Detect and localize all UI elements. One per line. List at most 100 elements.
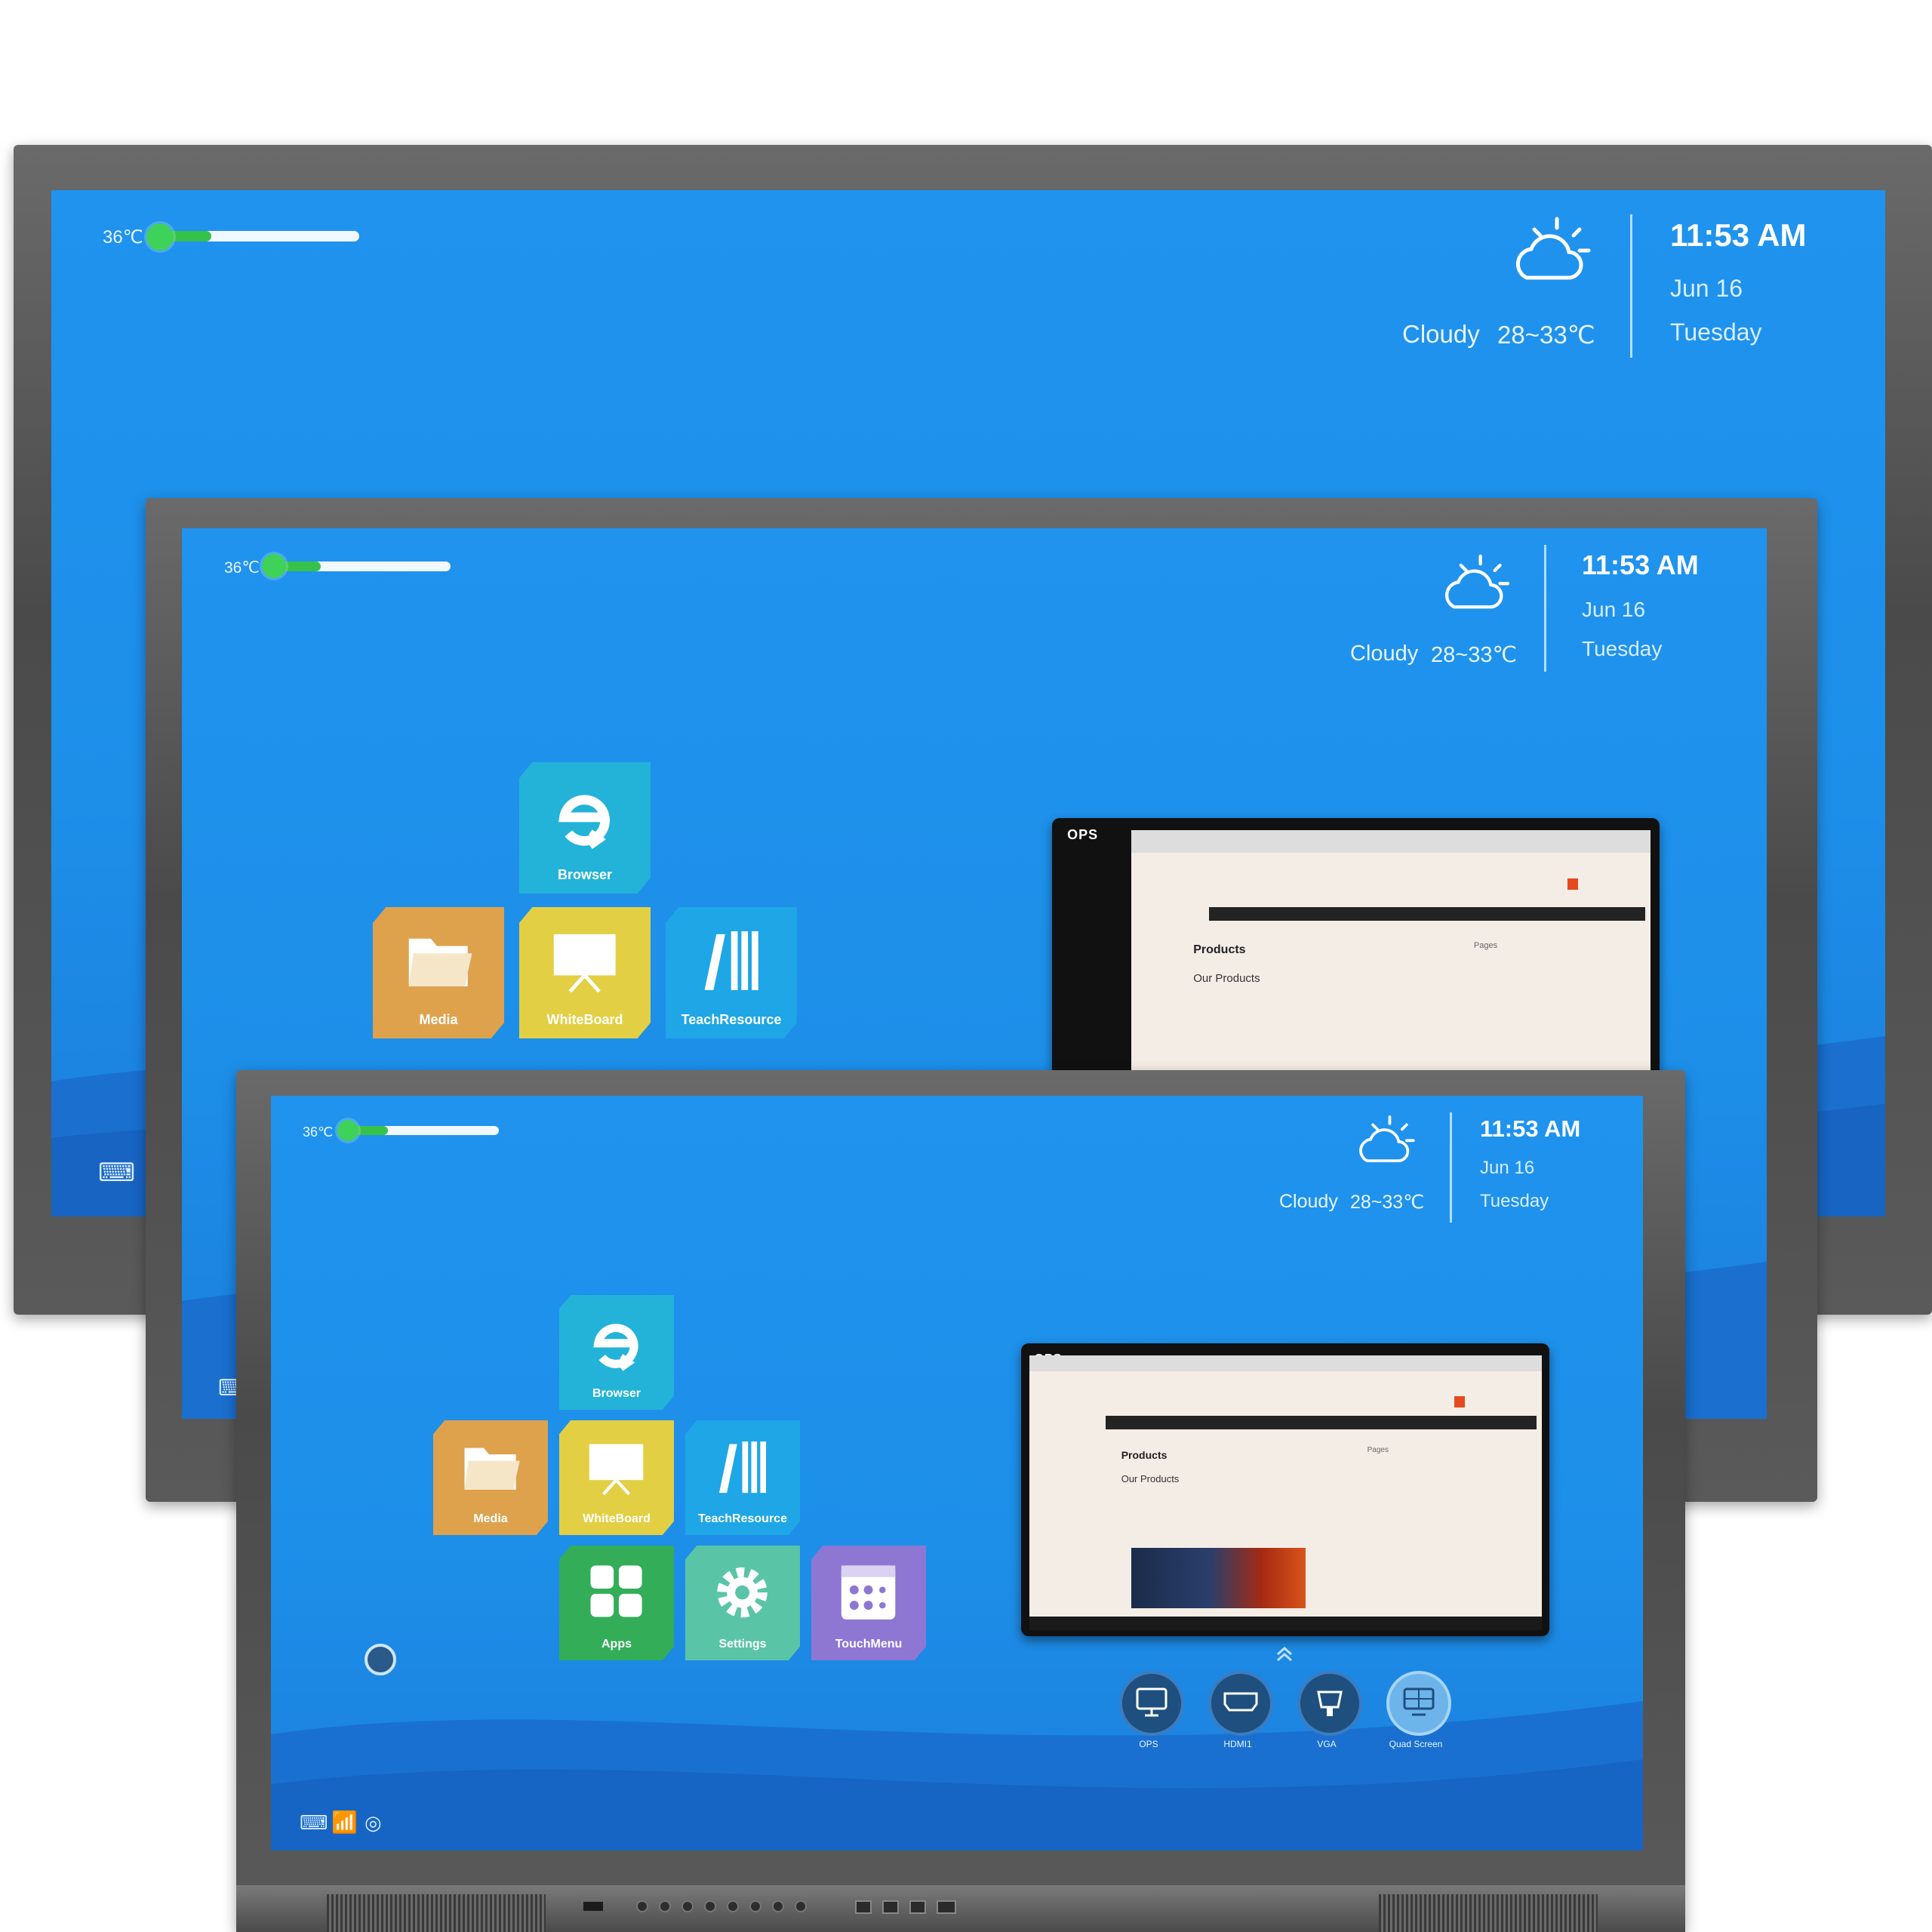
tile-label: Media xyxy=(473,1512,508,1525)
front-button[interactable] xyxy=(749,1900,761,1912)
brightness-slider[interactable] xyxy=(340,1126,499,1135)
hdmi-icon xyxy=(1223,1692,1258,1712)
clock-time: 11:53 AM xyxy=(1480,1115,1581,1142)
source-quad-screen-label: Quad Screen xyxy=(1389,1739,1443,1749)
source-quad-screen-button[interactable] xyxy=(1386,1671,1451,1736)
weather-condition: Cloudy xyxy=(1350,641,1419,666)
ops-preview-window[interactable]: OPS Products Our Products Pages xyxy=(1021,1343,1549,1636)
browser-tile[interactable]: Browser xyxy=(559,1295,674,1410)
apps-tile[interactable]: Apps xyxy=(559,1546,674,1660)
touchmenu-tile[interactable]: TouchMenu xyxy=(811,1546,926,1660)
clock-time: 11:53 AM xyxy=(1582,549,1699,580)
whiteboard-tile[interactable]: WhiteBoard xyxy=(559,1420,674,1535)
weather-condition: Cloudy xyxy=(1402,320,1480,348)
sidebar-heading: Pages xyxy=(1367,1445,1389,1454)
gear-icon xyxy=(717,1567,768,1618)
vga-icon xyxy=(1317,1690,1343,1716)
clock-weekday: Tuesday xyxy=(1480,1191,1549,1211)
brightness-slider-knob[interactable] xyxy=(146,223,174,251)
chevron-up-icon[interactable] xyxy=(1275,1644,1294,1663)
source-ops-button[interactable] xyxy=(1119,1671,1184,1736)
hdmi-port[interactable] xyxy=(937,1900,956,1914)
source-hdmi1-button[interactable] xyxy=(1208,1671,1273,1736)
usb-port[interactable] xyxy=(909,1900,926,1914)
website-navbar xyxy=(1208,906,1646,921)
front-button[interactable] xyxy=(704,1900,716,1912)
browser-tab-bar xyxy=(1131,830,1651,854)
usb-port[interactable] xyxy=(882,1900,899,1914)
clock-weekday: Tuesday xyxy=(1582,637,1663,660)
temperature-label: 36℃ xyxy=(224,559,260,577)
search-button[interactable] xyxy=(1567,878,1578,890)
tile-label: WhiteBoard xyxy=(583,1512,651,1525)
books-icon xyxy=(719,1441,767,1494)
page-subheading: Our Products xyxy=(1193,972,1260,985)
brightness-slider[interactable] xyxy=(265,561,451,571)
screen-icon[interactable]: ⌨ xyxy=(98,1158,135,1188)
speaker-grille-right xyxy=(1379,1894,1598,1932)
page-subheading: Our Products xyxy=(1121,1473,1180,1485)
brightness-slider[interactable] xyxy=(148,231,359,242)
cloudy-weather-icon xyxy=(1359,1115,1415,1162)
weather-condition: Cloudy xyxy=(1279,1191,1338,1212)
cloudy-weather-icon xyxy=(1444,554,1510,609)
folder-icon xyxy=(464,1447,521,1491)
brightness-slider-knob[interactable] xyxy=(337,1120,358,1141)
front-button[interactable] xyxy=(659,1900,671,1912)
ir-sensor xyxy=(583,1902,603,1911)
teachresource-tile[interactable]: TeachResource xyxy=(685,1420,800,1535)
tile-label: Apps xyxy=(601,1637,632,1651)
source-vga-button[interactable] xyxy=(1297,1671,1362,1736)
search-button[interactable] xyxy=(1454,1396,1465,1407)
browser-tab-bar xyxy=(1029,1355,1542,1372)
front-bezel-bottom xyxy=(236,1885,1685,1932)
tile-label: WhiteBoard xyxy=(546,1012,623,1028)
website-navbar xyxy=(1106,1415,1537,1429)
tile-label: Settings xyxy=(718,1637,767,1651)
front-button[interactable] xyxy=(772,1900,784,1912)
weather-range: 28~33℃ xyxy=(1350,1192,1425,1213)
clock-divider xyxy=(1450,1112,1452,1223)
clock-date: Jun 16 xyxy=(1582,598,1646,621)
front-button[interactable] xyxy=(636,1900,648,1912)
clock-divider xyxy=(1630,214,1632,358)
browser-e-icon xyxy=(558,795,611,850)
front-button[interactable] xyxy=(795,1900,807,1912)
usb-port[interactable] xyxy=(855,1900,872,1914)
front-button[interactable] xyxy=(681,1900,694,1912)
display-panel-front: 36℃ Cloudy 28~33℃ 11:53 AM Jun 16 Tuesda… xyxy=(236,1070,1685,1932)
preview-webpage: Products Our Products Pages xyxy=(1029,1355,1542,1631)
whiteboard-icon xyxy=(589,1444,644,1496)
tile-label: Browser xyxy=(557,867,613,883)
settings-tile[interactable]: Settings xyxy=(685,1546,800,1660)
media-tile[interactable]: Media xyxy=(433,1420,548,1535)
browser-e-icon xyxy=(593,1324,639,1371)
floating-assist-button[interactable] xyxy=(365,1644,396,1675)
front-button[interactable] xyxy=(727,1900,739,1912)
cloudy-weather-icon xyxy=(1515,217,1591,280)
temperature-label: 36℃ xyxy=(303,1124,334,1140)
tile-label: Browser xyxy=(592,1386,641,1400)
clock-time: 11:53 AM xyxy=(1670,217,1807,253)
browser-tile[interactable]: Browser xyxy=(519,762,651,894)
wifi-icon[interactable]: 📶 xyxy=(331,1810,358,1835)
clock-divider xyxy=(1544,545,1546,672)
brightness-slider-knob[interactable] xyxy=(262,554,286,578)
whiteboard-icon xyxy=(554,934,616,993)
media-tile[interactable]: Media xyxy=(373,907,504,1038)
clock-weekday: Tuesday xyxy=(1670,318,1762,346)
ops-monitor-icon xyxy=(1136,1687,1168,1717)
whiteboard-tile[interactable]: WhiteBoard xyxy=(519,907,651,1038)
teachresource-tile[interactable]: TeachResource xyxy=(666,907,797,1038)
eye-protection-icon[interactable]: ◎ xyxy=(365,1811,382,1835)
sidebar-heading: Pages xyxy=(1473,940,1498,950)
source-ops-label: OPS xyxy=(1139,1739,1158,1749)
screen-front: 36℃ Cloudy 28~33℃ 11:53 AM Jun 16 Tuesda… xyxy=(271,1096,1643,1850)
speaker-grille-left xyxy=(327,1894,546,1932)
embedded-desktop-thumbnail xyxy=(1131,1547,1306,1609)
tile-label: TeachResource xyxy=(698,1512,787,1525)
page-heading: Products xyxy=(1121,1448,1168,1461)
tile-label: Media xyxy=(419,1012,458,1028)
screen-icon[interactable]: ⌨ xyxy=(300,1811,328,1835)
apps-grid-icon xyxy=(590,1565,643,1617)
